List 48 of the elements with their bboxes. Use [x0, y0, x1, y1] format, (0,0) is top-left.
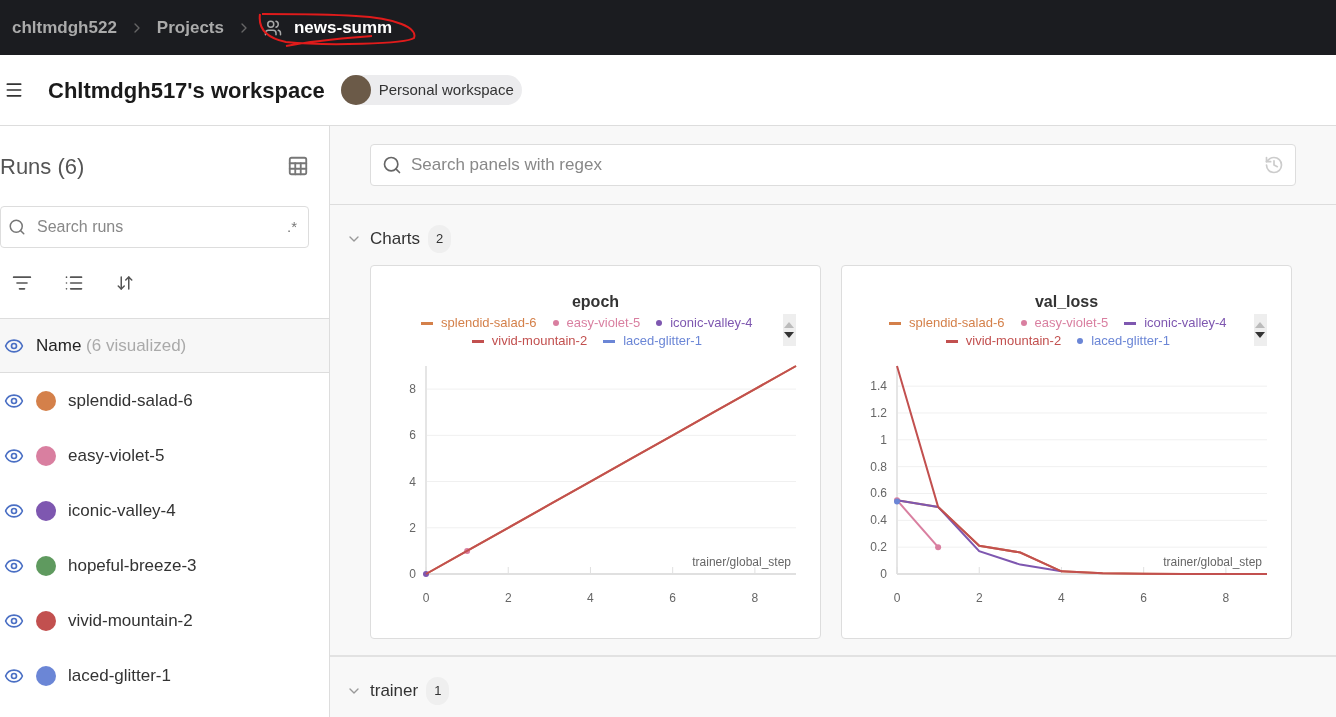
run-name: hopeful-breeze-3 — [68, 554, 197, 577]
y-tick-label: 2 — [408, 520, 416, 535]
y-tick-label: 4 — [408, 474, 416, 489]
legend-item: vivid-mountain-2 — [471, 332, 588, 350]
runs-title: Runs (6) — [0, 152, 85, 181]
legend-item: easy-violet-5 — [1020, 314, 1109, 332]
y-tick-label: 0.4 — [869, 513, 887, 528]
x-tick-label: 0 — [422, 591, 429, 604]
y-tick-label: 0.2 — [869, 540, 887, 555]
x-tick-label: 2 — [504, 591, 512, 604]
run-name: vivid-mountain-2 — [68, 609, 193, 632]
run-name: iconic-valley-4 — [68, 499, 176, 522]
x-tick-label: 6 — [668, 591, 676, 604]
y-tick-label: 1.4 — [869, 379, 887, 394]
x-tick-label: 8 — [751, 591, 758, 604]
column-header: Name (6 visualized) — [36, 334, 187, 357]
x-axis-label: trainer/global_step — [1162, 555, 1262, 569]
y-tick-label: 8 — [408, 382, 416, 397]
x-tick-label: 6 — [1139, 591, 1147, 604]
x-tick-label: 0 — [893, 591, 900, 604]
legend-item: laced-glitter-1 — [603, 332, 702, 350]
chart-title: epoch — [571, 292, 620, 312]
section-count: 2 — [428, 225, 452, 253]
legend-item: easy-violet-5 — [552, 314, 641, 332]
legend-item: splendid-salad-6 — [421, 314, 537, 332]
y-tick-label: 6 — [408, 428, 416, 443]
legend-item: iconic-valley-4 — [656, 314, 753, 332]
legend-item: iconic-valley-4 — [1124, 314, 1227, 332]
section-count: 1 — [426, 677, 450, 705]
legend-item: vivid-mountain-2 — [945, 332, 1062, 350]
y-tick-label: 1 — [879, 432, 887, 447]
x-tick-label: 8 — [1222, 591, 1229, 604]
y-tick-label: 0 — [879, 567, 887, 581]
x-tick-label: 4 — [1057, 591, 1065, 604]
y-tick-label: 0.8 — [869, 459, 887, 474]
x-axis-label: trainer/global_step — [691, 555, 791, 569]
run-name: easy-violet-5 — [68, 444, 165, 467]
chart-title: val_loss — [1034, 292, 1099, 312]
y-tick-label: 0.6 — [869, 486, 887, 501]
y-tick-label: 1.2 — [869, 405, 887, 420]
workspace-title: Chltmdgh517's workspace — [48, 76, 325, 105]
run-name: laced-glitter-1 — [68, 664, 171, 687]
y-tick-label: 0 — [408, 567, 416, 581]
run-name: splendid-salad-6 — [68, 389, 193, 412]
x-tick-label: 4 — [586, 591, 594, 604]
legend-item: laced-glitter-1 — [1077, 332, 1170, 350]
legend-item: splendid-salad-6 — [889, 314, 1005, 332]
x-tick-label: 2 — [975, 591, 983, 604]
